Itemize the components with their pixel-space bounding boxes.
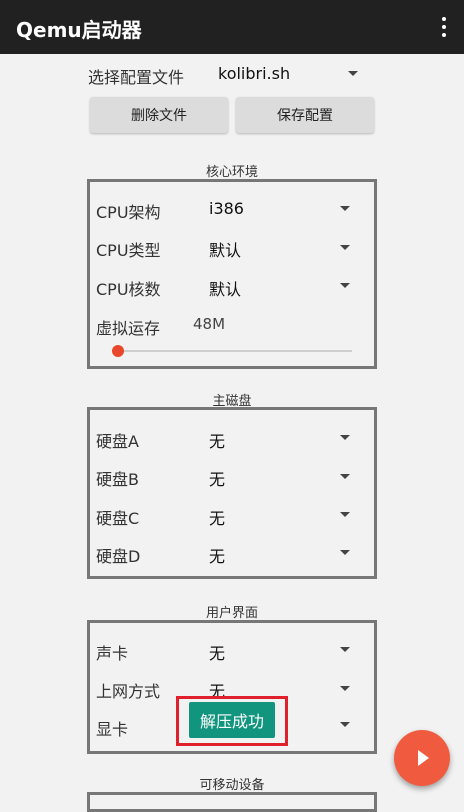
app-title: Qemu启动器 [16,18,142,42]
cpu-cores-value[interactable]: 默认 [209,276,241,300]
disk-b-label: 硬盘B [96,470,139,489]
disk-a-label: 硬盘A [96,432,139,451]
sound-card-dropdown-icon[interactable] [340,647,350,652]
disk-d-dropdown-icon[interactable] [340,550,350,555]
disk-d-label: 硬盘D [96,547,141,566]
config-file-label: 选择配置文件 [88,68,185,87]
core-section-title: 核心环境 [205,165,258,180]
memory-slider-track[interactable] [112,350,352,352]
delete-file-button[interactable]: 删除文件 [90,97,228,133]
removable-section-title: 可移动设备 [199,778,265,793]
memory-value: 48M [193,315,226,333]
start-button[interactable] [394,730,450,786]
save-config-button[interactable]: 保存配置 [236,97,374,133]
cpu-type-value[interactable]: 默认 [209,237,241,261]
play-icon [418,750,429,766]
ui-section-title: 用户界面 [205,606,258,621]
disk-c-value[interactable]: 无 [209,505,225,529]
graphics-card-label: 显卡 [96,720,129,739]
cpu-cores-label: CPU核数 [96,280,161,299]
disk-d-value[interactable]: 无 [209,543,225,567]
disk-a-value[interactable]: 无 [209,428,225,452]
overflow-menu-icon[interactable] [434,14,454,40]
disk-c-dropdown-icon[interactable] [340,512,350,517]
cpu-cores-dropdown-icon[interactable] [340,283,350,288]
cpu-arch-value[interactable]: i386 [209,199,244,218]
network-label: 上网方式 [96,682,161,701]
config-file-value[interactable]: kolibri.sh [218,64,290,83]
memory-label: 虚拟运存 [96,319,161,338]
cpu-type-dropdown-icon[interactable] [340,245,350,250]
disk-c-label: 硬盘C [96,509,140,528]
extract-success-toast: 解压成功 [189,702,275,738]
graphics-card-dropdown-icon[interactable] [340,722,350,727]
cpu-type-label: CPU类型 [96,241,161,260]
disk-a-dropdown-icon[interactable] [340,435,350,440]
cpu-arch-dropdown-icon[interactable] [340,206,350,211]
removable-panel [87,792,377,812]
disk-b-dropdown-icon[interactable] [340,474,350,479]
disk-b-value[interactable]: 无 [209,466,225,490]
sound-card-value[interactable]: 无 [209,640,225,664]
app-bar: Qemu启动器 [0,0,464,54]
sound-card-label: 声卡 [96,644,129,663]
network-dropdown-icon[interactable] [340,686,350,691]
cpu-arch-label: CPU架构 [96,203,161,222]
config-file-dropdown-icon[interactable] [348,71,358,76]
